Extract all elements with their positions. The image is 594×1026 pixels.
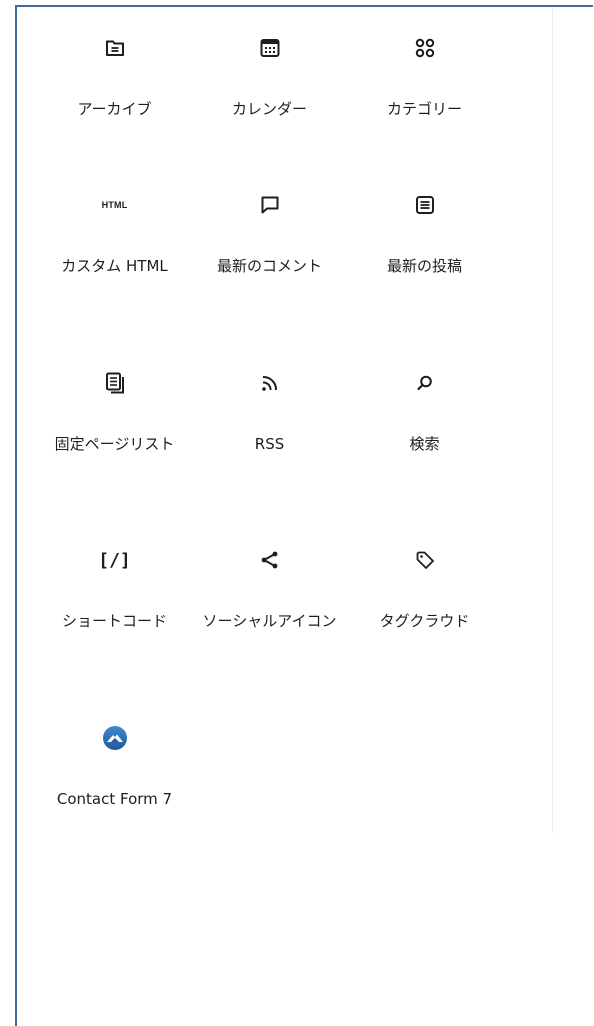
post-list-icon	[347, 189, 502, 221]
block-label: タグクラウド	[379, 612, 470, 630]
block-tag-cloud[interactable]: タグクラウド	[347, 532, 502, 702]
html-icon: HTML	[37, 189, 192, 221]
panel-divider	[552, 7, 553, 833]
block-latest-comments[interactable]: 最新のコメント	[192, 177, 347, 347]
shortcode-icon-text: [/]	[98, 549, 131, 571]
block-label: 固定ページリスト	[54, 435, 175, 453]
block-label: カスタム HTML	[61, 257, 168, 275]
contact-form-7-icon	[37, 722, 192, 754]
block-label: 検索	[409, 435, 440, 453]
block-rss[interactable]: RSS	[192, 355, 347, 525]
calendar-icon	[192, 32, 347, 64]
block-label: カテゴリー	[386, 100, 462, 118]
block-contact-form-7[interactable]: Contact Form 7	[37, 710, 192, 880]
shortcode-icon: [/]	[37, 544, 192, 576]
block-categories[interactable]: カテゴリー	[347, 20, 502, 190]
share-icon	[192, 544, 347, 576]
block-latest-posts[interactable]: 最新の投稿	[347, 177, 502, 347]
tag-icon	[347, 544, 502, 576]
block-label: Contact Form 7	[56, 790, 173, 808]
block-shortcode[interactable]: [/] ショートコード	[37, 532, 192, 702]
block-label: RSS	[254, 435, 285, 453]
html-icon-text: HTML	[101, 200, 128, 210]
block-archive[interactable]: アーカイブ	[37, 20, 192, 190]
block-label: カレンダー	[231, 100, 307, 118]
block-social-icons[interactable]: ソーシャルアイコン	[192, 532, 347, 702]
search-icon	[347, 367, 502, 399]
block-label: ソーシャルアイコン	[202, 612, 337, 630]
block-label: 最新のコメント	[216, 257, 322, 275]
comment-icon	[192, 189, 347, 221]
block-label: アーカイブ	[77, 100, 152, 118]
block-page-list[interactable]: 固定ページリスト	[37, 355, 192, 525]
block-label: ショートコード	[61, 612, 167, 630]
block-custom-html[interactable]: HTML カスタム HTML	[37, 177, 192, 347]
categories-icon	[347, 32, 502, 64]
block-inserter-panel: アーカイブ カレンダー カテゴリー HTML カスタム HTML 最新のコメント…	[15, 5, 593, 1026]
archive-icon	[37, 32, 192, 64]
block-calendar[interactable]: カレンダー	[192, 20, 347, 190]
block-search[interactable]: 検索	[347, 355, 502, 525]
rss-icon	[192, 367, 347, 399]
block-label: 最新の投稿	[386, 257, 462, 275]
pages-icon	[37, 367, 192, 399]
